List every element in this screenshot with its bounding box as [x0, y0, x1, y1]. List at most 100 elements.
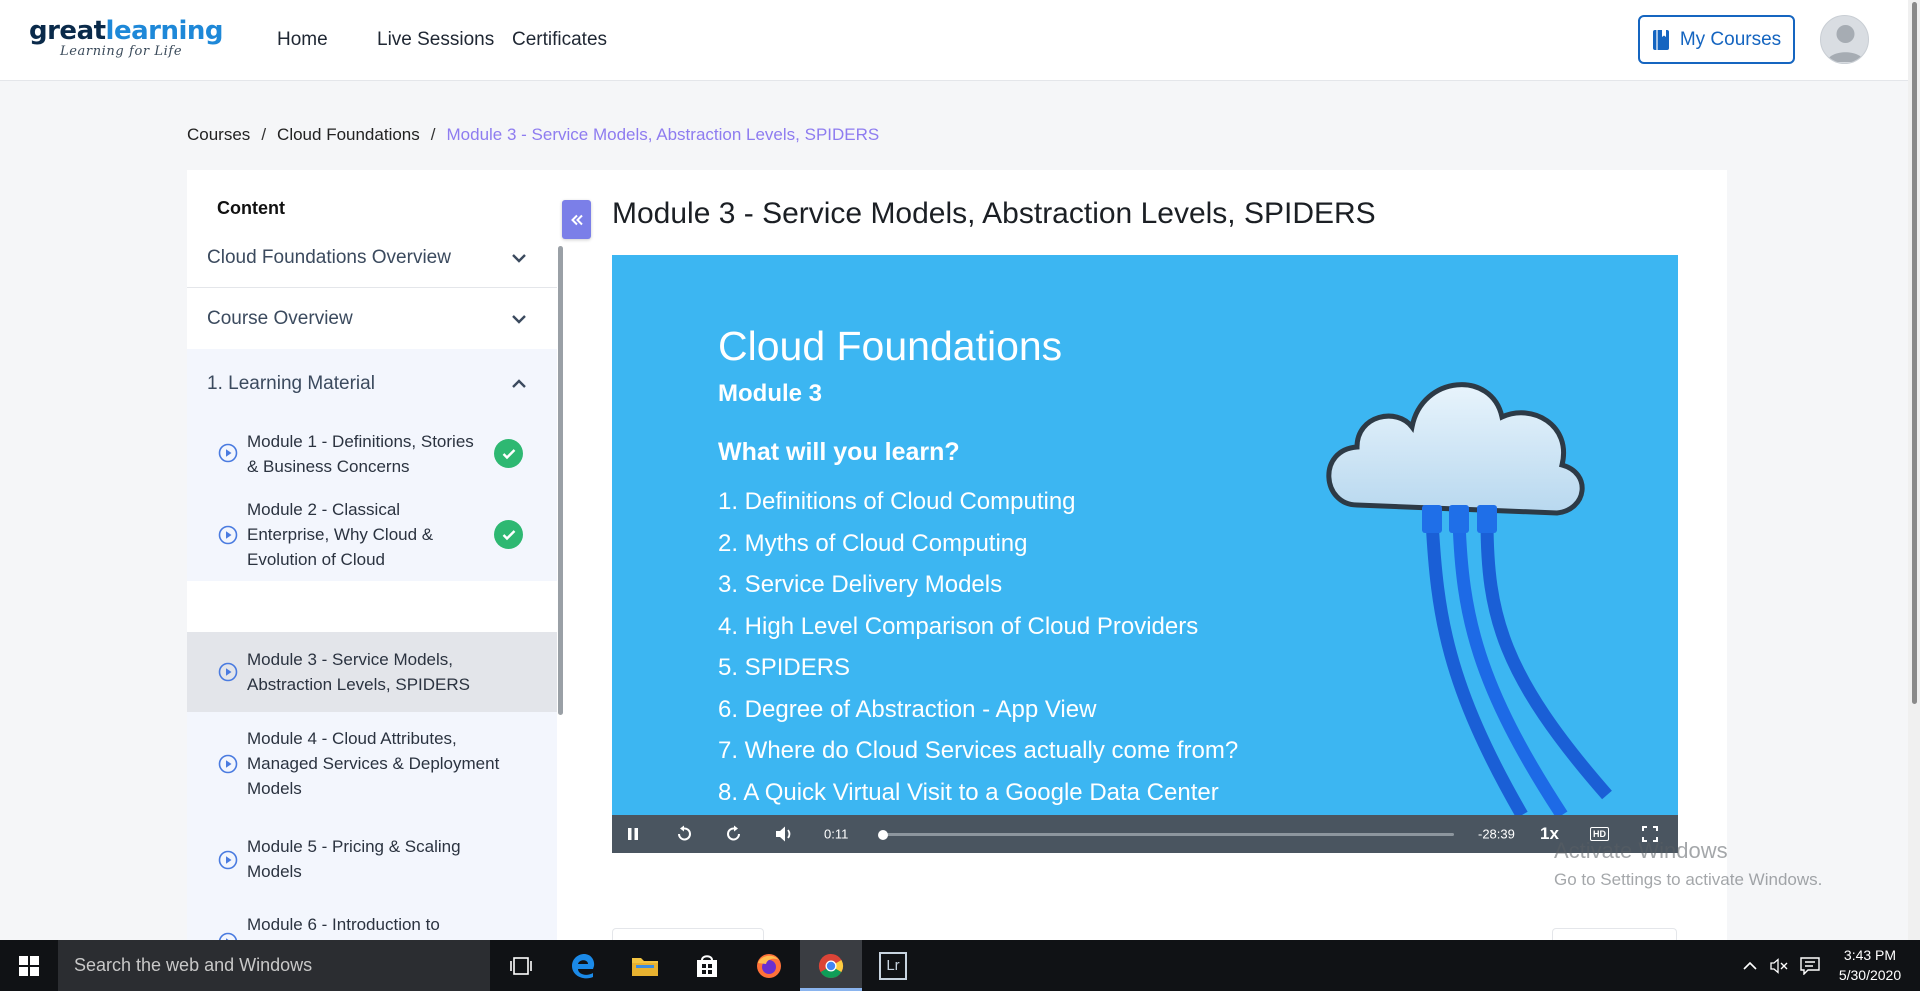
taskbar-chrome[interactable]: [800, 940, 862, 991]
taskbar-firefox[interactable]: [738, 940, 800, 991]
slide-title: Cloud Foundations: [718, 323, 1063, 369]
task-view-icon: [510, 956, 532, 975]
activate-windows-title: Activate Windows: [1554, 838, 1728, 863]
clock-date: 5/30/2020: [1838, 967, 1902, 983]
lesson-title: Module 6 - Introduction to: [247, 915, 440, 934]
play-circle-icon: [218, 443, 238, 463]
breadcrumb-cloud-foundations[interactable]: Cloud Foundations: [277, 125, 420, 144]
top-navigation-bar: greatlearning Learning for Life Home Liv…: [0, 0, 1920, 81]
slide-topic: 4. High Level Comparison of Cloud Provid…: [718, 612, 1199, 640]
completed-check-icon: [494, 439, 523, 468]
breadcrumb-separator: /: [261, 125, 267, 144]
current-time: 0:11: [824, 826, 849, 842]
book-icon: [1652, 29, 1669, 50]
forward-button[interactable]: [725, 825, 743, 843]
double-chevron-left-icon: [570, 214, 583, 225]
lesson-item-module-6[interactable]: Module 6 - Introduction to: [187, 896, 557, 941]
forward-icon: [727, 825, 740, 841]
section-cloud-foundations-overview[interactable]: Cloud Foundations Overview: [187, 228, 557, 288]
my-courses-label: My Courses: [1679, 28, 1782, 50]
windows-taskbar: Search the web and Windows Lr 3:43 PM 5/…: [0, 940, 1920, 991]
rewind-button[interactable]: [675, 825, 693, 843]
play-circle-icon: [218, 662, 238, 682]
section-learning-material[interactable]: 1. Learning Material: [187, 349, 557, 419]
user-silhouette-icon: [1827, 25, 1864, 62]
chevron-down-icon: [512, 315, 526, 324]
activate-windows-subtitle: Go to Settings to activate Windows.: [1554, 870, 1823, 889]
lesson-heading: Module 3 - Service Models, Abstraction L…: [612, 197, 1376, 230]
lesson-item-module-3[interactable]: Module 3 - Service Models, Abstraction L…: [187, 632, 557, 712]
taskbar-search-box[interactable]: Search the web and Windows: [58, 940, 490, 991]
lesson-title: Module 3 - Service Models, Abstraction L…: [247, 650, 470, 694]
lesson-title: Module 2 - Classical Enterprise, Why Clo…: [247, 500, 434, 569]
completed-check-icon: [494, 520, 523, 549]
video-player[interactable]: Cloud Foundations Module 3 What will you…: [612, 255, 1678, 853]
slide-subtitle: Module 3: [718, 380, 823, 407]
slide-topic: 8. A Quick Virtual Visit to a Google Dat…: [718, 778, 1219, 806]
lesson-item-module-4[interactable]: Module 4 - Cloud Attributes, Managed Ser…: [187, 712, 557, 816]
volume-icon: [776, 826, 791, 842]
logo-wordmark: greatlearning: [29, 16, 224, 46]
taskbar-file-explorer[interactable]: [614, 940, 676, 991]
pause-button[interactable]: [626, 827, 640, 841]
section-label: 1. Learning Material: [207, 373, 375, 394]
section-label: Cloud Foundations Overview: [207, 246, 451, 268]
slide-topic: 3. Service Delivery Models: [718, 571, 1003, 598]
edge-icon: [572, 953, 595, 978]
breadcrumb-separator: /: [430, 125, 436, 144]
slide-topic: 2. Myths of Cloud Computing: [718, 529, 1028, 557]
my-courses-button[interactable]: My Courses: [1638, 15, 1795, 64]
start-button[interactable]: [0, 940, 58, 991]
slide-topic: 1. Definitions of Cloud Computing: [718, 488, 1076, 515]
task-view-button[interactable]: [490, 940, 552, 991]
taskbar-edge[interactable]: [552, 940, 614, 991]
breadcrumb-courses[interactable]: Courses: [187, 125, 250, 144]
section-course-overview[interactable]: Course Overview: [187, 289, 557, 349]
chevron-down-icon: [512, 253, 526, 263]
video-controls: 0:11 -28:39 1x HD: [612, 815, 1678, 853]
taskbar-clock[interactable]: 3:43 PM 5/30/2020: [1820, 945, 1920, 985]
cloud-network-illustration: [1326, 382, 1612, 815]
chevron-up-icon: [512, 379, 526, 388]
show-hidden-icons-button[interactable]: [1736, 940, 1764, 991]
play-circle-icon: [218, 754, 238, 774]
greatlearning-logo[interactable]: greatlearning Learning for Life: [29, 16, 224, 59]
firefox-icon: [757, 953, 781, 978]
chevron-up-icon: [1743, 961, 1757, 970]
progress-bar[interactable]: [880, 833, 1454, 836]
nav-home[interactable]: Home: [277, 29, 328, 51]
lesson-title: Module 5 - Pricing & Scaling Models: [247, 837, 461, 881]
remaining-time: -28:39: [1478, 826, 1515, 842]
lesson-item-module-2[interactable]: Module 2 - Classical Enterprise, Why Clo…: [187, 489, 557, 581]
nav-live-sessions[interactable]: Live Sessions: [377, 29, 494, 51]
clock-time: 3:43 PM: [1843, 947, 1897, 963]
play-circle-icon: [218, 850, 238, 870]
slide-question: What will you learn?: [718, 438, 960, 466]
pause-icon: [628, 828, 638, 840]
nav-certificates[interactable]: Certificates: [512, 29, 607, 51]
course-content-sidebar: Content Cloud Foundations Overview Cours…: [187, 170, 563, 941]
slide-topic: 6. Degree of Abstraction - App View: [718, 695, 1097, 723]
progress-scrubber[interactable]: [878, 830, 888, 840]
page-scrollbar-thumb[interactable]: [1912, 2, 1917, 704]
collapse-sidebar-button[interactable]: [562, 200, 591, 239]
lightroom-icon: Lr: [879, 951, 907, 980]
slide-topic: 5. SPIDERS: [718, 654, 851, 681]
slide-topic: 7. Where do Cloud Services actually come…: [718, 737, 1239, 764]
logo-tagline: Learning for Life: [60, 44, 183, 59]
taskbar-lightroom[interactable]: Lr: [862, 940, 924, 991]
chrome-icon: [818, 953, 844, 978]
volume-muted-icon: [1770, 957, 1788, 974]
section-label: Course Overview: [207, 308, 353, 329]
folder-icon: [632, 957, 658, 976]
lesson-item-module-1[interactable]: Module 1 - Definitions, Stories & Busine…: [187, 419, 557, 489]
volume-button[interactable]: [775, 825, 795, 843]
lesson-item-module-5[interactable]: Module 5 - Pricing & Scaling Models: [187, 816, 557, 896]
play-circle-icon: [218, 525, 238, 545]
taskbar-store[interactable]: [676, 940, 738, 991]
sidebar-heading: Content: [217, 198, 285, 218]
user-avatar[interactable]: [1820, 15, 1869, 64]
store-bag-icon: [697, 954, 717, 977]
volume-tray-button[interactable]: [1766, 940, 1794, 991]
sidebar-scrollbar-thumb[interactable]: [558, 246, 563, 715]
